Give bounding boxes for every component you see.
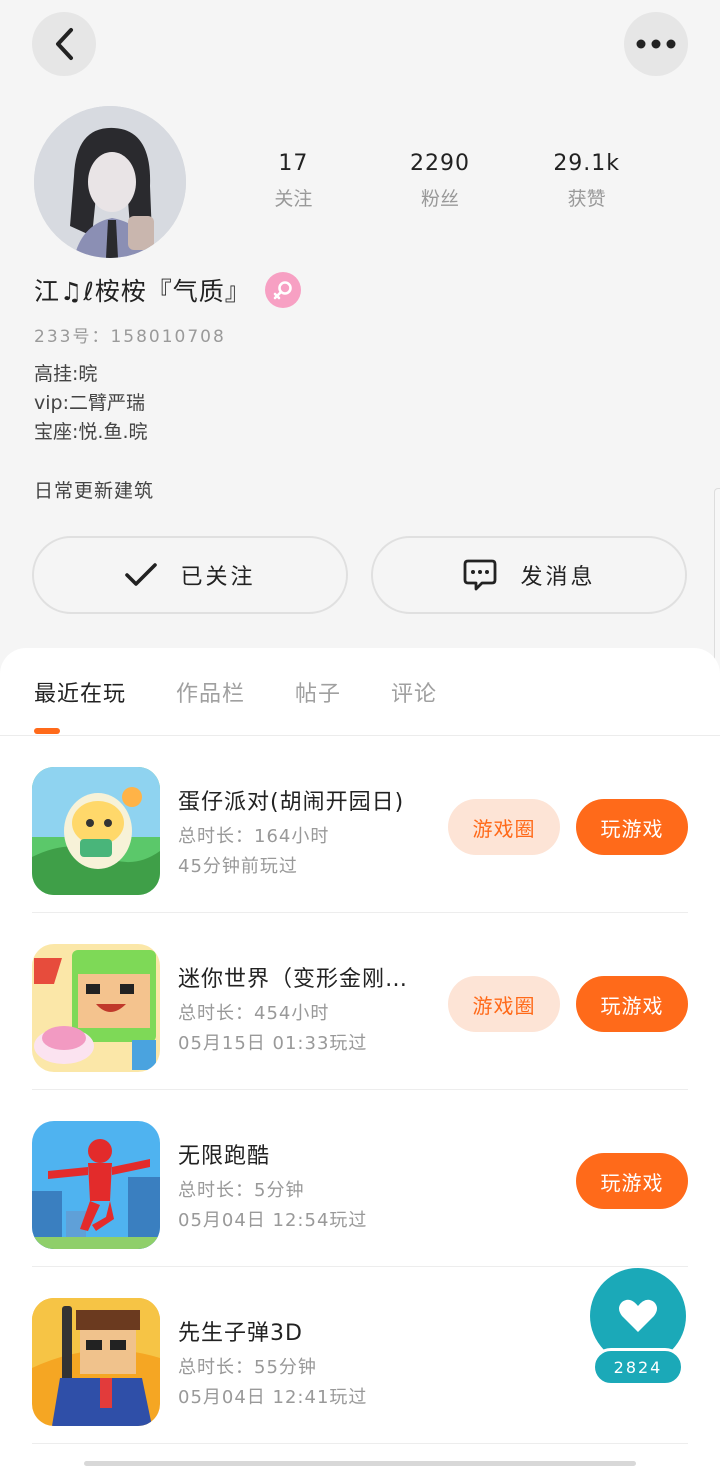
following-label: 关注 — [274, 188, 313, 210]
list-item[interactable]: 无限跑酷 总时长：5分钟 05月04日 12:54玩过 玩游戏 — [32, 1090, 688, 1267]
list-item[interactable]: 迷你世界（变形金刚联动） 总时长：454小时 05月15日 01:33玩过 游戏… — [32, 913, 688, 1090]
bio-line: 宝座:悦.鱼.晥 — [34, 421, 148, 443]
profile-stats: 17 关注 2290 粉丝 29.1k 获赞 — [220, 148, 660, 211]
game-name: 先生子弹3D — [178, 1321, 303, 1346]
game-circle-button[interactable]: 游戏圈 — [448, 976, 560, 1032]
check-icon — [125, 563, 158, 586]
likes-label: 获赞 — [567, 188, 606, 210]
likes-stat[interactable]: 29.1k 获赞 — [513, 148, 660, 211]
game-icon-infinite-parkour[interactable] — [32, 1121, 160, 1249]
bio-daily: 日常更新建筑 — [34, 480, 155, 502]
like-float-button[interactable]: 2824 — [590, 1268, 686, 1392]
game-icon-mr-bullet-3d[interactable] — [32, 1298, 160, 1426]
game-duration: 总时长：164小时 — [178, 826, 330, 847]
bio-line: vip:二臂严瑞 — [34, 392, 145, 414]
nickname-row: 江♫ℓ桉桉『气质』 — [34, 272, 301, 308]
play-game-button[interactable]: 玩游戏 — [576, 799, 688, 855]
tab-recently-played[interactable]: 最近在玩 — [34, 676, 126, 708]
female-gender-icon — [264, 272, 301, 308]
tab-posts[interactable]: 帖子 — [295, 676, 341, 708]
tab-bar: 最近在玩 作品栏 帖子 评论 — [34, 676, 487, 708]
game-name: 迷你世界（变形金刚联动） — [178, 967, 428, 992]
followers-count: 2290 — [410, 151, 470, 176]
tab-comments[interactable]: 评论 — [391, 676, 437, 708]
more-options-button[interactable] — [624, 12, 688, 76]
list-item[interactable]: 蛋仔派对(胡闹开园日) 总时长：164小时 45分钟前玩过 游戏圈 玩游戏 — [32, 736, 688, 913]
following-stat[interactable]: 17 关注 — [220, 148, 367, 211]
back-button[interactable] — [32, 12, 96, 76]
followed-button[interactable]: 已关注 — [32, 536, 348, 614]
game-icon-mini-world[interactable] — [32, 944, 160, 1072]
bio-line: 高挂:晥 — [34, 363, 98, 385]
user-id: 233号：158010708 — [34, 327, 226, 347]
play-game-button[interactable]: 玩游戏 — [576, 1153, 688, 1209]
like-count: 2824 — [592, 1348, 684, 1386]
send-message-label: 发消息 — [520, 565, 596, 590]
horizontal-scrollbar[interactable] — [84, 1461, 636, 1466]
play-game-button[interactable]: 玩游戏 — [576, 976, 688, 1032]
game-last-played: 05月15日 01:33玩过 — [178, 1033, 368, 1054]
game-duration: 总时长：5分钟 — [178, 1180, 305, 1201]
followers-label: 粉丝 — [421, 188, 460, 210]
tab-works[interactable]: 作品栏 — [176, 676, 245, 708]
game-name: 蛋仔派对(胡闹开园日) — [178, 790, 405, 815]
game-circle-button[interactable]: 游戏圈 — [448, 799, 560, 855]
game-last-played: 05月04日 12:41玩过 — [178, 1387, 368, 1408]
followed-label: 已关注 — [180, 565, 256, 590]
send-message-button[interactable]: 发消息 — [371, 536, 687, 614]
active-tab-indicator — [34, 728, 60, 734]
heart-icon — [619, 1299, 657, 1332]
side-drawer-handle[interactable] — [714, 488, 720, 682]
nickname: 江♫ℓ桉桉『气质』 — [34, 277, 251, 306]
game-last-played: 05月04日 12:54玩过 — [178, 1210, 368, 1231]
following-count: 17 — [278, 151, 309, 176]
chevron-left-icon — [56, 28, 73, 60]
game-duration: 总时长：55分钟 — [178, 1357, 317, 1378]
game-name: 无限跑酷 — [178, 1144, 271, 1169]
game-duration: 总时长：454小时 — [178, 1003, 330, 1024]
more-dots-icon — [636, 39, 676, 49]
bio: 高挂:晥 vip:二臂严瑞 宝座:悦.鱼.晥 — [34, 360, 147, 447]
game-icon-eggy-party[interactable] — [32, 767, 160, 895]
likes-count: 29.1k — [553, 151, 621, 176]
game-last-played: 45分钟前玩过 — [178, 856, 298, 877]
avatar-image — [34, 106, 186, 258]
avatar[interactable] — [34, 106, 186, 258]
chat-bubble-icon — [464, 559, 497, 591]
followers-stat[interactable]: 2290 粉丝 — [367, 148, 514, 211]
